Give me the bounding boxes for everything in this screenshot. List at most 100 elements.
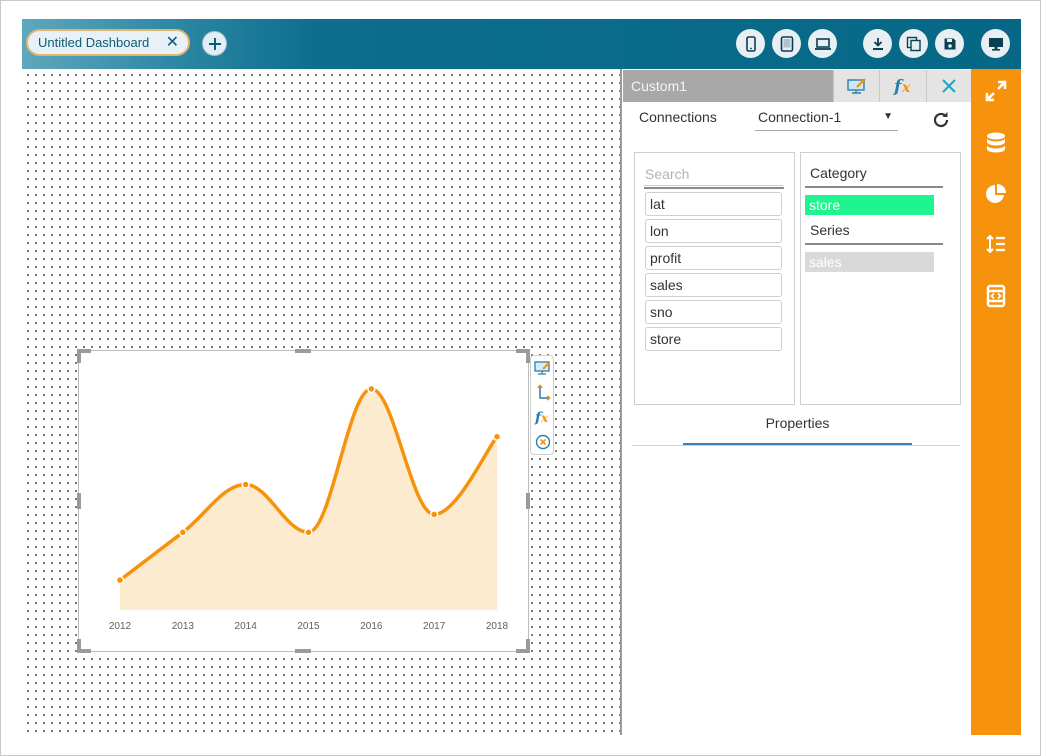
chart-fx-button[interactable]: fx	[532, 406, 554, 428]
chart-remove-button[interactable]	[532, 431, 554, 453]
field-item[interactable]: profit	[645, 246, 782, 270]
tablet-view-button[interactable]	[772, 29, 801, 58]
field-item[interactable]: sales	[645, 273, 782, 297]
search-input[interactable]	[644, 162, 783, 186]
code-icon	[986, 284, 1006, 308]
dashboard-canvas[interactable]: 2012 2013 2014 2015 2016 2017 2018 fx	[22, 69, 620, 735]
right-rail	[971, 69, 1021, 735]
field-item[interactable]: lon	[645, 219, 782, 243]
mobile-view-button[interactable]	[736, 29, 765, 58]
pie-chart-icon	[986, 184, 1006, 203]
refresh-button[interactable]	[930, 109, 952, 131]
laptop-icon	[814, 37, 831, 50]
tab-properties[interactable]: Properties	[632, 415, 963, 431]
dropdown-arrow-icon: ▼	[883, 111, 893, 122]
tab-untitled-dashboard[interactable]: Untitled Dashboard ✕	[26, 29, 190, 56]
panel-title: Custom1	[631, 78, 688, 94]
connections-label: Connections	[639, 109, 717, 125]
field-item[interactable]: store	[645, 327, 782, 351]
line-height-icon	[986, 234, 1005, 254]
chart-data-point[interactable]	[304, 528, 313, 537]
category-divider	[805, 186, 943, 188]
resize-handle-br-v[interactable]	[526, 639, 530, 653]
close-icon[interactable]: ✕	[166, 34, 179, 52]
plus-icon	[208, 37, 221, 50]
resize-handle-bottom[interactable]	[295, 649, 311, 653]
properties-divider	[632, 445, 960, 446]
chart-data-point[interactable]	[367, 384, 376, 394]
expand-button[interactable]	[983, 78, 1009, 104]
search-divider	[644, 187, 784, 189]
tab-label: Untitled Dashboard	[38, 35, 150, 50]
series-divider	[805, 243, 943, 245]
category-chip[interactable]: store	[805, 195, 934, 215]
x-tick-label: 2012	[109, 621, 132, 632]
copy-button[interactable]	[899, 29, 928, 58]
chart-edit-button[interactable]	[532, 357, 554, 379]
x-tick-label: 2016	[360, 621, 383, 632]
chart-area-fill	[120, 388, 497, 610]
chart-data-point[interactable]	[429, 510, 439, 519]
download-button[interactable]	[863, 29, 892, 58]
chart-data-point[interactable]	[492, 432, 502, 441]
laptop-view-button[interactable]	[808, 29, 837, 58]
x-tick-label: 2015	[297, 621, 320, 632]
fields-list-box: lat lon profit sales sno store	[634, 152, 795, 405]
fx-icon: fx	[893, 77, 911, 95]
svg-text:x: x	[540, 411, 549, 425]
data-source-button[interactable]	[983, 130, 1009, 156]
series-chip[interactable]: sales	[805, 252, 934, 272]
x-tick-label: 2017	[423, 621, 446, 632]
chart-axis-button[interactable]	[532, 381, 554, 403]
x-tick-label: 2014	[235, 621, 258, 632]
connection-select[interactable]: Connection-1 ▼	[755, 109, 898, 131]
field-item[interactable]: lat	[645, 192, 782, 216]
panel-edit-button[interactable]	[833, 70, 879, 102]
panel-close-button[interactable]	[926, 70, 971, 102]
database-icon	[987, 132, 1005, 153]
close-icon	[942, 79, 956, 93]
properties-panel: Custom1 fx Connections Connection-1 ▼ la…	[620, 69, 971, 735]
top-bar: Untitled Dashboard ✕	[22, 19, 1021, 69]
resize-handle-tl-v[interactable]	[77, 349, 81, 363]
edit-icon	[534, 361, 550, 375]
save-button[interactable]	[935, 29, 964, 58]
expand-icon	[985, 80, 1007, 102]
tablet-icon	[780, 35, 793, 52]
chart-tool-strip: fx	[530, 355, 554, 455]
chart-data-point[interactable]	[241, 480, 250, 489]
chart-widget[interactable]: 2012 2013 2014 2015 2016 2017 2018	[78, 350, 529, 652]
properties-active-indicator	[683, 443, 912, 445]
mobile-icon	[745, 35, 756, 52]
resize-handle-left[interactable]	[77, 493, 81, 509]
resize-handle-top[interactable]	[295, 349, 311, 353]
monitor-icon	[988, 37, 1003, 51]
panel-fx-button[interactable]: fx	[879, 70, 926, 102]
chart-data-point[interactable]	[115, 575, 125, 585]
axis-icon	[537, 384, 551, 401]
chart-type-button[interactable]	[983, 181, 1009, 207]
panel-header: Custom1 fx	[623, 70, 971, 102]
series-label: Series	[810, 222, 850, 238]
edit-icon	[846, 78, 866, 94]
x-tick-label: 2013	[172, 621, 195, 632]
add-tab-button[interactable]	[202, 31, 227, 56]
resize-handle-bl-v[interactable]	[77, 639, 81, 653]
remove-icon	[535, 434, 551, 450]
refresh-icon	[933, 112, 949, 128]
resize-handle-right[interactable]	[526, 493, 530, 509]
category-series-box: Category store Series sales	[800, 152, 961, 405]
chart-data-point[interactable]	[178, 528, 188, 537]
connection-selected-value: Connection-1	[758, 109, 842, 125]
area-chart: 2012 2013 2014 2015 2016 2017 2018	[109, 384, 509, 632]
present-button[interactable]	[981, 29, 1010, 58]
copy-icon	[906, 36, 921, 51]
x-tick-label: 2018	[486, 621, 509, 632]
category-label: Category	[810, 165, 867, 181]
spacing-button[interactable]	[983, 231, 1009, 257]
code-button[interactable]	[983, 283, 1009, 309]
svg-text:x: x	[901, 80, 911, 95]
download-icon	[872, 37, 883, 50]
field-item[interactable]: sno	[645, 300, 782, 324]
app-frame: Untitled Dashboard ✕ 2012 2013 2014 2015…	[0, 0, 1041, 756]
